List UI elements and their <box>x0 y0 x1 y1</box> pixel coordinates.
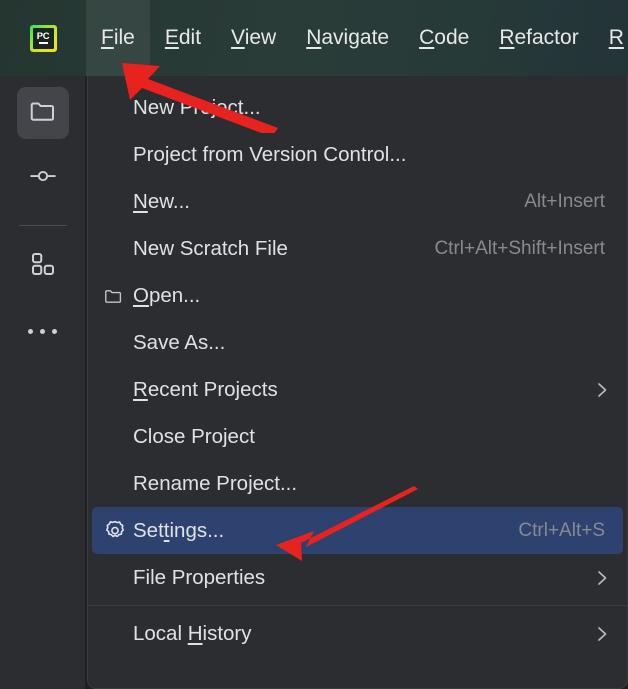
menubar-item-refactor[interactable]: Refactor <box>484 0 593 76</box>
menubar-item-label: File <box>101 26 135 49</box>
menubar-item-file[interactable]: File <box>86 0 150 76</box>
folder-icon <box>28 96 58 131</box>
menu-item-label: Settings... <box>133 518 225 542</box>
menu-item-label: Local History <box>133 621 252 645</box>
menubar-item-label: R <box>608 26 624 49</box>
menu-item-recent-projects[interactable]: Recent Projects <box>92 366 623 413</box>
chevron-right-icon <box>593 625 611 643</box>
logo-text: PC <box>36 30 50 42</box>
menubar-item-view[interactable]: View <box>216 0 291 76</box>
chevron-right-icon <box>593 381 611 399</box>
menu-item-close-project[interactable]: Close Project <box>92 413 623 460</box>
menu-item-file-properties[interactable]: File Properties <box>92 554 623 601</box>
menu-item-label: File Properties <box>133 565 266 589</box>
menu-item-label: New Project... <box>133 95 261 119</box>
menu-item-label: Close Project <box>133 424 255 448</box>
logo-bar <box>38 42 48 45</box>
menubar-item-navigate[interactable]: Navigate <box>291 0 404 76</box>
menubar-item-label: Refactor <box>499 26 579 49</box>
sidebar-divider <box>18 225 67 226</box>
menu-item-new-project[interactable]: New Project... <box>92 84 623 131</box>
menu-item-new-scratch-file[interactable]: New Scratch File Ctrl+Alt+Shift+Insert <box>92 225 623 272</box>
chevron-right-icon <box>593 569 611 587</box>
pycharm-window: PC File Edit View Navigate Code Refactor R <box>0 0 628 689</box>
gear-icon <box>103 519 133 543</box>
menu-item-label: New Scratch File <box>133 236 288 260</box>
commit-icon <box>28 161 58 196</box>
menu-item-local-history[interactable]: Local History <box>92 610 623 657</box>
menu-item-label: Save As... <box>133 330 226 354</box>
menu-item-settings[interactable]: Settings... Ctrl+Alt+S <box>92 507 623 554</box>
pycharm-logo-icon: PC <box>29 24 57 52</box>
sidebar-item-structure[interactable] <box>17 240 69 292</box>
sidebar-item-more[interactable] <box>17 305 69 357</box>
menu-item-new[interactable]: New... Alt+Insert <box>92 178 623 225</box>
menu-separator <box>88 605 627 606</box>
menubar-item-r[interactable]: R <box>594 0 628 76</box>
menu-item-label: Rename Project... <box>133 471 298 495</box>
sidebar-item-commit[interactable] <box>17 152 69 204</box>
menu-item-project-from-version-control[interactable]: Project from Version Control... <box>92 131 623 178</box>
menubar-item-code[interactable]: Code <box>404 0 484 76</box>
menu-item-shortcut: Ctrl+Alt+S <box>518 519 605 541</box>
sidebar-item-project[interactable] <box>16 87 69 139</box>
blocks-icon <box>28 249 58 284</box>
pycharm-logo: PC <box>0 0 86 76</box>
menu-item-label: Recent Projects <box>133 377 278 401</box>
menubar-item-edit[interactable]: Edit <box>150 0 216 76</box>
menubar-item-label: Navigate <box>306 26 390 49</box>
file-menu-dropdown: New Project... Project from Version Contr… <box>87 76 628 689</box>
menu-item-rename-project[interactable]: Rename Project... <box>92 460 623 507</box>
folder-icon <box>103 285 133 307</box>
menu-item-open[interactable]: Open... <box>92 272 623 319</box>
menu-item-shortcut: Ctrl+Alt+Shift+Insert <box>434 237 605 259</box>
menu-item-shortcut: Alt+Insert <box>524 190 605 212</box>
menubar-item-label: View <box>231 26 277 49</box>
menu-item-save-as[interactable]: Save As... <box>92 319 623 366</box>
menubar-item-label: Edit <box>164 26 202 49</box>
main-menu-bar: PC File Edit View Navigate Code Refactor R <box>0 0 628 76</box>
tool-window-sidebar <box>0 76 86 689</box>
menubar-item-label: Code <box>419 26 470 49</box>
menu-item-label: Project from Version Control... <box>133 142 407 166</box>
menu-item-label: New... <box>133 189 190 213</box>
menu-item-label: Open... <box>133 283 201 307</box>
ellipsis-icon <box>28 328 57 334</box>
